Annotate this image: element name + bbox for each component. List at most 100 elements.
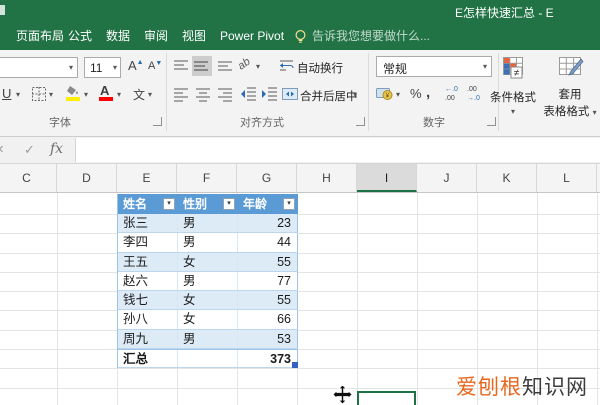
cancel-icon[interactable]: ✕: [0, 143, 4, 156]
table-row[interactable]: 周九 男 53: [118, 329, 298, 350]
borders-icon[interactable]: [32, 87, 46, 101]
cell-age[interactable]: 53: [238, 329, 298, 349]
active-cell-selection[interactable]: [357, 391, 416, 405]
cell-name[interactable]: 周九: [118, 329, 178, 349]
column-header-f[interactable]: F: [177, 164, 237, 192]
accounting-format-icon[interactable]: ¥: [376, 86, 393, 100]
filter-icon[interactable]: ▾: [283, 198, 295, 210]
column-header-strip: C D E F G H I J K L: [0, 164, 600, 193]
merge-center-icon[interactable]: [282, 88, 298, 100]
comma-style-button[interactable]: ,: [426, 84, 430, 101]
table-header-age[interactable]: 年龄 ▾: [238, 194, 298, 214]
tab-power-pivot[interactable]: Power Pivot: [220, 22, 284, 50]
format-as-table-button[interactable]: 套用 表格格式 ▾: [540, 55, 600, 137]
font-name-combo[interactable]: ▾: [0, 57, 78, 78]
table-row[interactable]: 张三 男 23: [118, 214, 298, 234]
quick-access-toolbar-icon[interactable]: [0, 5, 5, 15]
column-header-i-selected[interactable]: I: [357, 164, 417, 192]
enter-check-icon[interactable]: ✓: [24, 142, 35, 158]
grow-font-button[interactable]: A▲: [128, 58, 144, 73]
shrink-font-button[interactable]: A▼: [148, 60, 162, 72]
table-row[interactable]: 王五 女 55: [118, 252, 298, 272]
alignment-dialog-launcher[interactable]: [356, 117, 365, 126]
filter-icon[interactable]: ▾: [223, 198, 235, 210]
font-dialog-launcher[interactable]: [153, 117, 162, 126]
cell-name[interactable]: 张三: [118, 214, 178, 233]
column-header-l[interactable]: L: [537, 164, 597, 192]
increase-indent-icon[interactable]: [261, 86, 278, 102]
align-center-icon[interactable]: [194, 86, 212, 102]
cell-gender[interactable]: 男: [178, 329, 238, 349]
conditional-formatting-button[interactable]: ≠ 条件格式 ▾: [482, 55, 544, 135]
filter-icon[interactable]: ▾: [163, 198, 175, 210]
tab-view[interactable]: 视图: [182, 22, 206, 50]
cell-name[interactable]: 王五: [118, 252, 178, 271]
cell-gender[interactable]: 男: [178, 233, 238, 252]
table-resize-handle[interactable]: [292, 362, 298, 368]
table-header-gender[interactable]: 性别 ▾: [178, 194, 238, 214]
cell-gender[interactable]: 男: [178, 271, 238, 291]
cell-gender[interactable]: 男: [178, 214, 238, 233]
tab-page-layout[interactable]: 页面布局: [16, 22, 64, 50]
fill-color-icon[interactable]: [66, 85, 81, 96]
table-row[interactable]: 李四 男 44: [118, 233, 298, 253]
cell-age[interactable]: 55: [238, 291, 298, 310]
cell-age[interactable]: 23: [238, 214, 298, 233]
align-left-icon[interactable]: [172, 86, 190, 102]
table-row[interactable]: 孙八 女 66: [118, 310, 298, 330]
align-right-icon[interactable]: [216, 86, 234, 102]
table-total-row[interactable]: 汇总 373: [118, 349, 298, 369]
cell-gender[interactable]: 女: [178, 252, 238, 271]
tab-review[interactable]: 审阅: [144, 22, 168, 50]
font-size-combo[interactable]: 11 ▾: [84, 57, 121, 78]
tell-me-search[interactable]: 告诉我您想要做什么...: [312, 22, 430, 50]
column-header-h[interactable]: H: [297, 164, 357, 192]
column-header-g[interactable]: G: [237, 164, 297, 192]
header-label: 年龄: [243, 197, 268, 211]
number-format-combo[interactable]: 常规 ▾: [376, 56, 492, 77]
column-header-j[interactable]: J: [417, 164, 477, 192]
number-group-label: 数字: [423, 117, 445, 129]
decrease-decimal-button[interactable]: .00 →.0: [467, 86, 480, 102]
cell-age[interactable]: 77: [238, 271, 298, 291]
formula-input[interactable]: [75, 138, 600, 162]
cell-gender[interactable]: 女: [178, 310, 238, 329]
column-header-d[interactable]: D: [57, 164, 117, 192]
table-header-name[interactable]: 姓名 ▾: [118, 194, 178, 214]
phonetic-guide-button[interactable]: 文: [133, 86, 145, 103]
cell-age[interactable]: 66: [238, 310, 298, 329]
total-empty-cell[interactable]: [178, 350, 238, 368]
column-header-c[interactable]: C: [0, 164, 57, 192]
wrap-text-icon[interactable]: [280, 59, 294, 72]
tab-formulas[interactable]: 公式: [68, 22, 92, 50]
orientation-button[interactable]: ab: [236, 56, 253, 73]
align-bottom-icon[interactable]: [216, 58, 234, 74]
cell-name[interactable]: 孙八: [118, 310, 178, 329]
percent-style-button[interactable]: %: [410, 86, 422, 101]
decrease-indent-icon[interactable]: [240, 86, 257, 102]
font-color-button[interactable]: A: [100, 83, 109, 98]
total-value-cell[interactable]: 373: [238, 350, 298, 368]
cell-gender[interactable]: 女: [178, 291, 238, 310]
cell-name[interactable]: 钱七: [118, 291, 178, 310]
table-row[interactable]: 赵六 男 77: [118, 271, 298, 292]
cell-age[interactable]: 44: [238, 233, 298, 252]
wrap-text-button[interactable]: 自动换行: [297, 60, 343, 76]
column-header-k[interactable]: K: [477, 164, 537, 192]
underline-button[interactable]: U: [2, 86, 11, 101]
total-label-cell[interactable]: 汇总: [118, 350, 178, 368]
table-row[interactable]: 钱七 女 55: [118, 291, 298, 311]
increase-decimal-button[interactable]: ←.0 .00: [445, 86, 458, 102]
align-top-icon[interactable]: [172, 58, 190, 74]
cell-name[interactable]: 赵六: [118, 271, 178, 291]
cell-name[interactable]: 李四: [118, 233, 178, 252]
insert-function-icon[interactable]: fx: [50, 141, 63, 157]
align-middle-button[interactable]: [192, 56, 212, 76]
tab-data[interactable]: 数据: [106, 22, 130, 50]
chevron-down-icon: ▾: [256, 62, 261, 71]
cell-age[interactable]: 55: [238, 252, 298, 271]
decrease-decimal-top: .00: [467, 86, 477, 93]
column-header-e[interactable]: E: [117, 164, 177, 192]
merge-center-button[interactable]: 合并后居中: [300, 88, 358, 104]
chevron-down-icon: ▾: [49, 90, 54, 99]
